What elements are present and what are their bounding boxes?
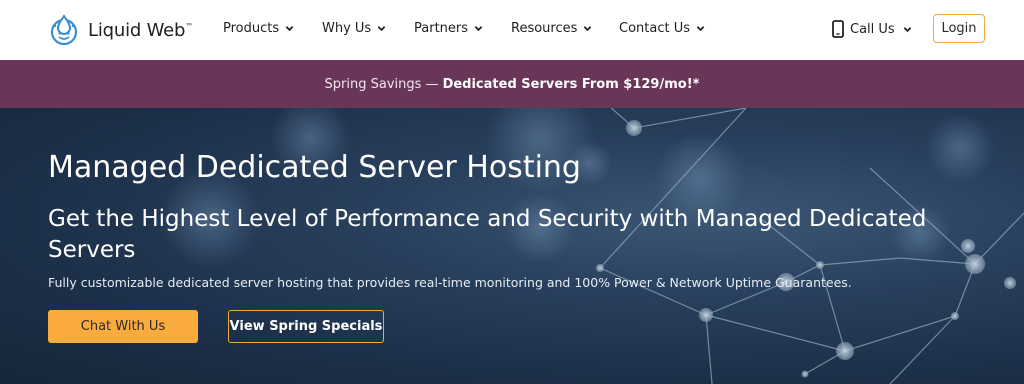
chat-with-us-button[interactable]: Chat With Us [48,310,198,343]
promo-prefix: Spring Savings — [324,76,439,92]
login-button[interactable]: Login [933,14,985,43]
hero-title: Managed Dedicated Server Hosting [48,150,581,185]
nav-item-contact-us[interactable]: Contact Us [619,21,705,36]
chevron-down-icon [696,26,705,32]
chevron-down-icon [903,26,911,32]
brand-logo[interactable]: Liquid Web™ [47,13,193,47]
nav-item-resources[interactable]: Resources [511,21,592,36]
call-us-menu[interactable]: Call Us [832,20,912,38]
nav-item-partners[interactable]: Partners [414,21,483,36]
chevron-down-icon [474,26,483,32]
brand-name: Liquid Web™ [88,19,194,41]
promo-banner[interactable]: Spring Savings — Dedicated Servers From … [0,60,1024,108]
hero-subtitle: Get the Highest Level of Performance and… [48,206,927,263]
nav-item-products[interactable]: Products [223,21,294,36]
hero-description: Fully customizable dedicated server host… [48,275,852,290]
chevron-down-icon [584,26,592,32]
nav-item-why-us[interactable]: Why Us [322,21,386,36]
top-navigation: Liquid Web™ Products Why Us Partners Res… [0,0,1024,60]
phone-icon [832,20,844,38]
hero-section: Managed Dedicated Server Hosting Get the… [0,108,1024,384]
chevron-down-icon [285,26,294,32]
view-spring-specials-button[interactable]: View Spring Specials [228,310,384,343]
chevron-down-icon [377,26,386,32]
liquid-web-logo-icon [50,14,78,46]
promo-highlight: Dedicated Servers From $129/mo!* [442,76,700,92]
